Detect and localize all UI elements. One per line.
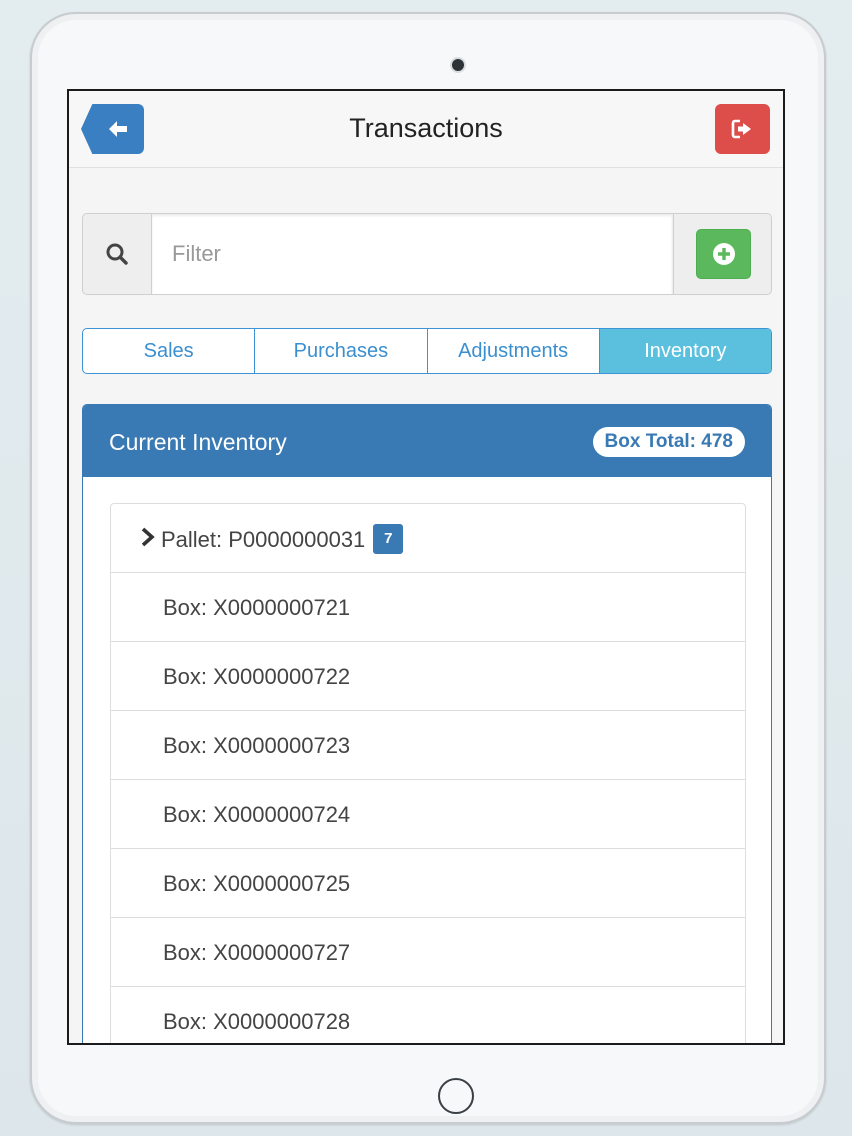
box-label: Box: X0000000725 [163, 871, 351, 896]
add-button[interactable] [696, 229, 751, 279]
chevron-right-icon [141, 527, 155, 547]
list-item[interactable]: Box: X0000000727 [111, 918, 745, 987]
search-addon [83, 214, 152, 294]
search-icon [106, 243, 128, 265]
box-label: Box: X0000000727 [163, 940, 351, 965]
plus-circle-icon [712, 243, 735, 265]
box-label: Box: X0000000723 [163, 733, 351, 758]
home-button[interactable] [438, 1078, 474, 1114]
tab-purchases[interactable]: Purchases [255, 329, 428, 373]
list-item[interactable]: Box: X0000000724 [111, 780, 745, 849]
list-item[interactable]: Box: X0000000723 [111, 711, 745, 780]
list-item[interactable]: Box: X0000000728 [111, 987, 745, 1043]
inventory-panel: Current Inventory Box Total: 478 Pallet:… [82, 404, 772, 1043]
list-item[interactable]: Box: X0000000721 [111, 573, 745, 642]
panel-heading: Current Inventory Box Total: 478 [83, 405, 771, 477]
box-label: Box: X0000000724 [163, 802, 351, 827]
tab-sales[interactable]: Sales [83, 329, 256, 373]
tab-inventory[interactable]: Inventory [599, 329, 771, 373]
box-label: Box: X0000000722 [163, 664, 351, 689]
inventory-list: Pallet: P0000000031 7 Box: X0000000721 Bo… [110, 503, 746, 1043]
logout-button[interactable] [715, 104, 770, 154]
box-label: Box: X0000000728 [163, 1009, 351, 1034]
tab-adjustments[interactable]: Adjustments [428, 329, 600, 373]
list-item[interactable]: Box: X0000000725 [111, 849, 745, 918]
filter-input[interactable] [152, 214, 672, 294]
page-title: Transactions [349, 113, 503, 143]
pallet-row[interactable]: Pallet: P0000000031 7 [111, 504, 745, 573]
box-total-badge: Box Total: 478 [592, 427, 745, 457]
box-label: Box: X0000000721 [163, 595, 351, 620]
camera [452, 59, 464, 71]
list-item[interactable]: Box: X0000000722 [111, 642, 745, 711]
sign-out-icon [731, 119, 751, 139]
pallet-count-badge: 7 [373, 524, 404, 554]
transaction-tabs: Sales Purchases Adjustments Inventory [82, 328, 772, 374]
filter-group [82, 213, 772, 295]
navbar: Transactions [69, 91, 783, 168]
add-addon [673, 214, 773, 294]
pallet-label: Pallet: P0000000031 7 [161, 524, 404, 556]
app-screen: Transactions Sales Purcha [67, 89, 785, 1045]
panel-title: Current Inventory [109, 429, 287, 455]
